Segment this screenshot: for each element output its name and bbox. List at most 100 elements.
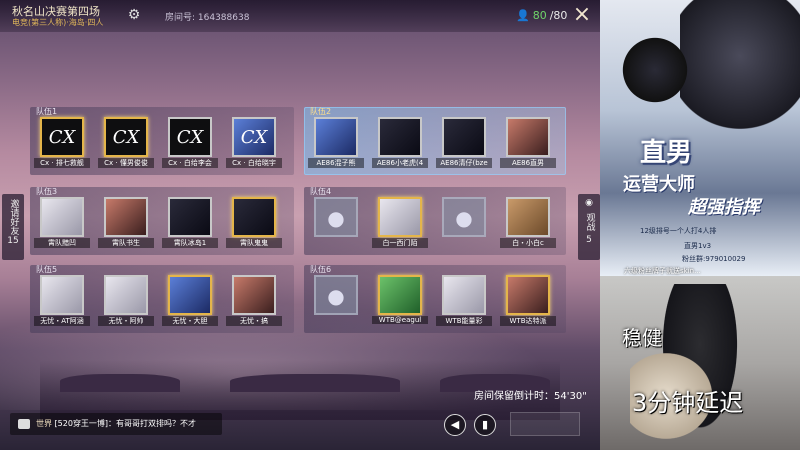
room-countdown: 房间保留倒计时：54'30": [474, 391, 587, 402]
microphone-icon[interactable]: ▮: [474, 414, 496, 436]
team-panel: 队伍4 ● 白一西门陌 ● 白・小白c: [304, 187, 566, 255]
start-button-faded[interactable]: [510, 412, 580, 436]
poster-info3: 粉丝群:979010029: [682, 255, 746, 263]
player-slot[interactable]: 霄队鬼鬼: [226, 197, 282, 248]
poster-artwork: [680, 0, 800, 140]
player-slot[interactable]: CX Cx · 排七救舰: [34, 117, 90, 168]
avatar: [442, 275, 486, 315]
screen: 秋名山决赛第四场 电竞(第三人称)·海岛·四人 ⚙ 房间号: 164388638…: [0, 0, 800, 450]
webcam-caption: 稳健: [622, 326, 662, 350]
player-name: 白・小白c: [500, 238, 556, 248]
eye-icon: ◉: [585, 198, 593, 208]
avatar: CX: [40, 117, 84, 157]
player-slot[interactable]: 白一西门陌: [372, 197, 428, 248]
player-name: Cx · 白给晓宇: [226, 158, 282, 168]
delay-caption: 3分钟延迟: [632, 389, 744, 417]
avatar-placeholder: ●: [314, 197, 358, 237]
player-slot[interactable]: CX Cx · 懂男俊俊: [98, 117, 154, 168]
player-name: WTB达特派: [500, 316, 556, 326]
invite-friends-tab[interactable]: 邀请好友 15: [2, 194, 24, 260]
team-label: 队伍3: [36, 187, 58, 196]
player-name: Cx · 白给李会: [162, 158, 218, 168]
speaker-icon[interactable]: ◀: [444, 414, 466, 436]
poster-info2: 直男1v3: [684, 242, 712, 250]
chat-bar[interactable]: 世界 [520穿王一博]：有哥哥打双排吗？不才: [10, 413, 222, 435]
empty-slot[interactable]: ●: [308, 197, 364, 243]
close-icon[interactable]: ×: [570, 3, 594, 27]
webcam-overlay: [600, 276, 800, 450]
player-slot[interactable]: AE86小老虎(4: [372, 117, 428, 168]
avatar: [40, 275, 84, 315]
player-slot[interactable]: 白・小白c: [500, 197, 556, 248]
player-slot[interactable]: 霄队冰岛1: [162, 197, 218, 248]
player-count-current: 80: [532, 9, 547, 22]
room-number: 房间号: 164388638: [165, 13, 250, 23]
gear-icon[interactable]: ⚙: [126, 7, 142, 23]
spectate-tab[interactable]: ◉ 观战 5: [578, 194, 600, 260]
background-roof: [60, 374, 180, 392]
empty-slot[interactable]: ●: [308, 275, 364, 321]
player-slot[interactable]: 无忧・搞: [226, 275, 282, 326]
player-slot[interactable]: WTB@eagul: [372, 275, 428, 324]
player-name: 无忧・搞: [226, 316, 282, 326]
player-name: 无忧・AT阿涵: [34, 316, 90, 326]
chat-icon: [18, 419, 30, 429]
player-slot[interactable]: AE86清仔(bze: [436, 117, 492, 168]
player-name: 霄队书生: [98, 238, 154, 248]
team-panel: 队伍3 霄队黯凹 霄队书生 霄队冰岛1 霄队鬼鬼: [30, 187, 294, 255]
team-label: 队伍1: [36, 107, 58, 116]
avatar: [442, 117, 486, 157]
avatar: CX: [232, 117, 276, 157]
team-panel: 队伍6 ● WTB@eagul WTB能量彩 WTB达特派: [304, 265, 566, 333]
player-slot[interactable]: AE86混子熊: [308, 117, 364, 168]
team-label: 队伍4: [310, 187, 332, 196]
invite-count: 15: [7, 236, 19, 246]
player-count-total: /80: [549, 9, 568, 22]
chat-channel: 世界: [36, 419, 52, 428]
player-slot[interactable]: CX Cx · 白给李会: [162, 117, 218, 168]
team-panel-highlighted: 队伍2 AE86混子熊 AE86小老虎(4 AE86清仔(bze AE86直男: [304, 107, 566, 175]
poster-character: [620, 30, 690, 110]
player-slot[interactable]: 霄队黯凹: [34, 197, 90, 248]
team-panel: 队伍1 CX Cx · 排七救舰 CX Cx · 懂男俊俊 CX Cx · 白给李会 …: [30, 107, 294, 175]
poster-line1: 运营大师: [623, 174, 695, 195]
person-icon: ●: [327, 206, 345, 230]
player-slot[interactable]: 无忧・AT阿涵: [34, 275, 90, 326]
player-name: 霄队黯凹: [34, 238, 90, 248]
player-name: 霄队鬼鬼: [226, 238, 282, 248]
player-slot[interactable]: CX Cx · 白给晓宇: [226, 117, 282, 168]
player-name: AE86混子熊: [308, 158, 364, 168]
player-name: 白一西门陌: [372, 238, 428, 248]
player-slot[interactable]: 无忧・阿帅: [98, 275, 154, 326]
player-name: AE86直男: [500, 158, 556, 168]
avatar-placeholder: ●: [314, 275, 358, 315]
team-label: 队伍6: [310, 265, 332, 274]
empty-slot[interactable]: ●: [436, 197, 492, 243]
chat-message: [520穿王一博]：有哥哥打双排吗？不才: [54, 419, 197, 428]
avatar: [168, 197, 212, 237]
top-bar: 秋名山决赛第四场 电竞(第三人称)·海岛·四人 ⚙ 房间号: 164388638…: [0, 0, 600, 32]
avatar: [104, 275, 148, 315]
player-name: 霄队冰岛1: [162, 238, 218, 248]
avatar: [232, 197, 276, 237]
player-name: 无忧・大胆: [162, 316, 218, 326]
team-label: 队伍5: [36, 265, 58, 274]
avatar: [506, 117, 550, 157]
avatar: [40, 197, 84, 237]
watch-label: 观战: [584, 213, 595, 231]
poster-title: 直男: [640, 138, 693, 168]
player-slot[interactable]: 霄队书生: [98, 197, 154, 248]
person-icon: ●: [455, 206, 473, 230]
player-name: WTB@eagul: [372, 316, 428, 324]
avatar: [314, 117, 358, 157]
player-slot[interactable]: WTB能量彩: [436, 275, 492, 326]
player-slot[interactable]: AE86直男: [500, 117, 556, 168]
player-name: AE86小老虎(4: [372, 158, 428, 168]
player-name: AE86清仔(bze: [436, 158, 492, 168]
player-slot[interactable]: 无忧・大胆: [162, 275, 218, 326]
game-lobby: 秋名山决赛第四场 电竞(第三人称)·海岛·四人 ⚙ 房间号: 164388638…: [0, 0, 600, 450]
background-roof: [230, 374, 400, 392]
avatar: [378, 117, 422, 157]
player-slot[interactable]: WTB达特派: [500, 275, 556, 326]
avatar: [232, 275, 276, 315]
